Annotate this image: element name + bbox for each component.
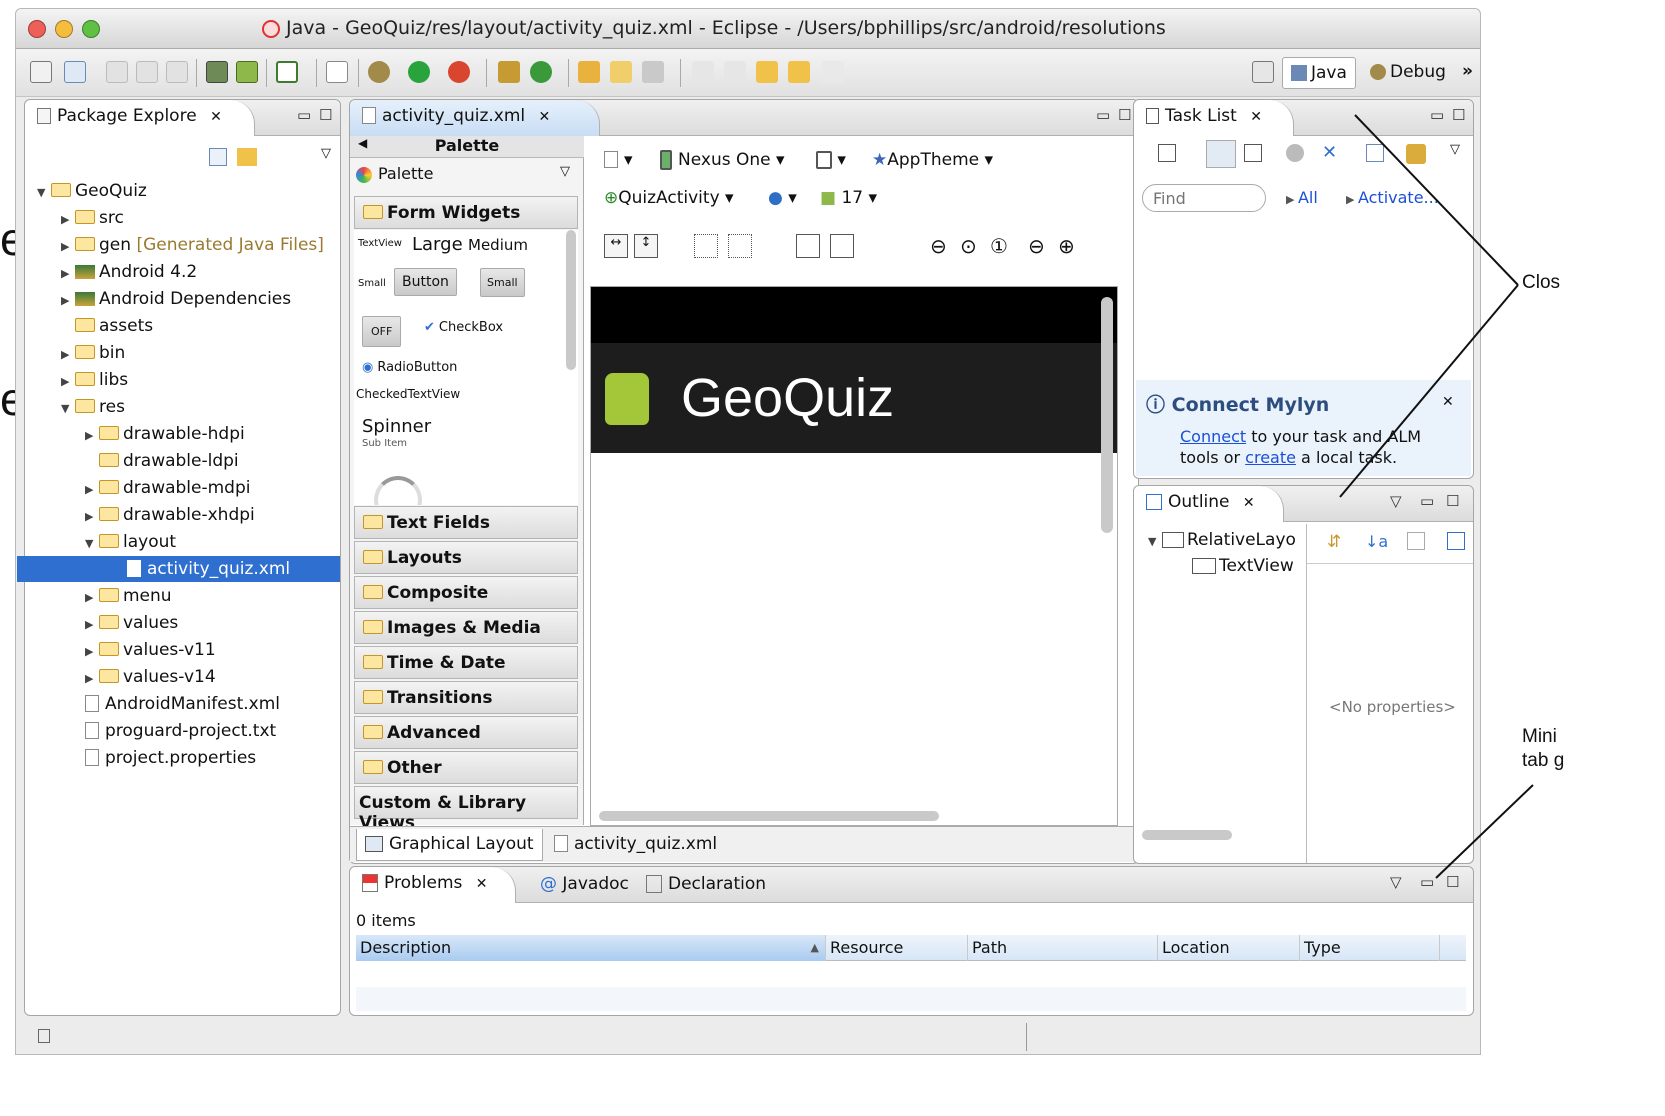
annotation-lines	[1339, 114, 1534, 879]
